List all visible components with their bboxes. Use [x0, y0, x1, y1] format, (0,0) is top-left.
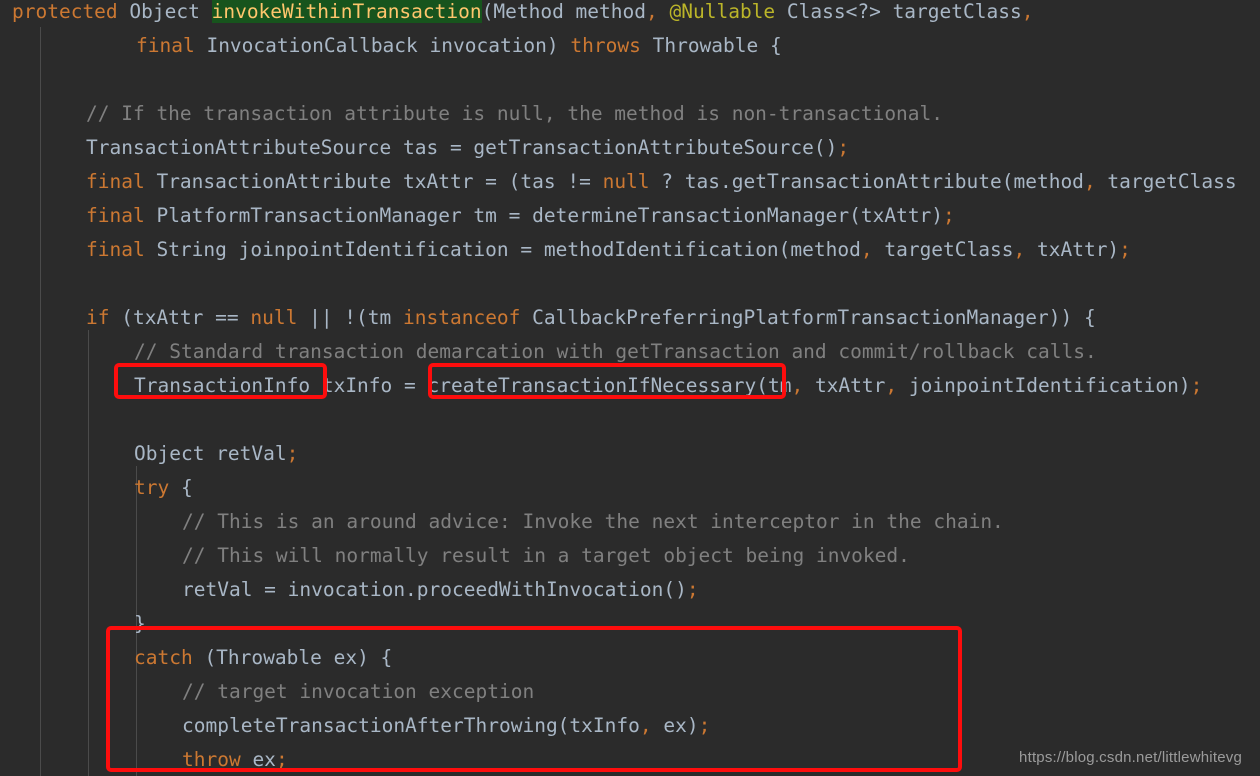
code-token: ? tas.getTransactionAttribute(method	[649, 170, 1084, 193]
code-token: (txAttr ==	[109, 306, 251, 329]
code-token: instanceof	[403, 306, 521, 329]
code-token: {	[169, 476, 193, 499]
code-token: catch	[134, 646, 193, 669]
code-token: Class<?> targetClass	[775, 0, 1022, 23]
code-line-18[interactable]: }	[0, 607, 146, 641]
code-token: ;	[943, 204, 955, 227]
code-line-15[interactable]: // This is an around advice: Invoke the …	[0, 505, 1004, 539]
code-token: ex	[240, 748, 276, 771]
code-editor-viewport: protected Object invokeWithinTransaction…	[0, 0, 1260, 776]
code-token: // Standard transaction demarcation with…	[134, 340, 1097, 363]
code-line-17[interactable]: retVal = invocation.proceedWithInvocatio…	[0, 573, 699, 607]
code-token: Object retVal	[134, 442, 287, 465]
code-line-5[interactable]: final TransactionAttribute txAttr = (tas…	[0, 165, 1237, 199]
code-token: String joinpointIdentification = methodI…	[156, 238, 861, 261]
code-token: ;	[686, 578, 699, 601]
code-line-11[interactable]: TransactionInfo txInfo = createTransacti…	[0, 369, 1202, 403]
code-token: final	[86, 204, 157, 227]
code-token: final	[86, 238, 157, 261]
code-token: // target invocation exception	[182, 680, 535, 703]
code-token: retVal = invocation.proceedWithInvocatio…	[182, 578, 687, 601]
code-line-6[interactable]: final PlatformTransactionManager tm = de…	[0, 199, 955, 233]
code-token: PlatformTransactionManager tm = determin…	[156, 204, 944, 227]
code-token: || !(tm	[297, 306, 404, 329]
code-token: ,	[860, 238, 873, 261]
watermark-url: https://blog.csdn.net/littlewhitevg	[1019, 749, 1242, 766]
code-token: final	[136, 34, 207, 57]
code-line-3[interactable]: // If the transaction attribute is null,…	[0, 97, 943, 131]
code-token: try	[134, 476, 170, 499]
code-token: protected	[12, 0, 130, 23]
code-token: @Nullable	[669, 0, 776, 23]
code-line-4[interactable]: TransactionAttributeSource tas = getTran…	[0, 131, 849, 165]
code-line-20[interactable]: // target invocation exception	[0, 675, 534, 709]
code-token: ,	[885, 374, 898, 397]
code-line-10[interactable]: // Standard transaction demarcation with…	[0, 335, 1097, 369]
code-token: throws	[570, 34, 653, 57]
code-token: TransactionAttributeSource tas = getTran…	[86, 136, 838, 159]
code-token: txAttr)	[1025, 238, 1120, 261]
code-token: null	[250, 306, 298, 329]
code-token: ,	[1021, 0, 1034, 23]
code-token: TransactionAttribute txAttr = (tas !=	[156, 170, 603, 193]
code-token: (Method method	[481, 0, 646, 23]
code-token: TransactionInfo txInfo = createTransacti…	[134, 374, 792, 397]
code-token: ,	[791, 374, 804, 397]
code-token: txAttr	[803, 374, 886, 397]
code-token: joinpointIdentification)	[897, 374, 1191, 397]
code-token: ,	[639, 714, 652, 737]
code-token: ,	[646, 0, 658, 23]
code-token: targetClass	[872, 238, 1014, 261]
code-token: ;	[837, 136, 850, 159]
code-line-16[interactable]: // This will normally result in a target…	[0, 539, 910, 573]
code-token: null	[602, 170, 650, 193]
code-token: // This is an around advice: Invoke the …	[182, 510, 1004, 533]
code-token: }	[134, 612, 146, 635]
code-line-1[interactable]: final InvocationCallback invocation) thr…	[0, 29, 782, 63]
code-line-9[interactable]: if (txAttr == null || !(tm instanceof Ca…	[0, 301, 1096, 335]
code-token: ;	[1119, 238, 1131, 261]
code-token: ,	[1013, 238, 1026, 261]
code-text-layer[interactable]: protected Object invokeWithinTransaction…	[0, 0, 1260, 776]
code-line-22[interactable]: throw ex;	[0, 743, 288, 776]
code-token: ;	[275, 748, 288, 771]
code-line-7[interactable]: final String joinpointIdentification = m…	[0, 233, 1131, 267]
code-line-14[interactable]: try {	[0, 471, 193, 505]
code-token: if	[86, 306, 110, 329]
code-token: final	[86, 170, 157, 193]
code-line-19[interactable]: catch (Throwable ex) {	[0, 641, 392, 675]
code-token: Throwable {	[652, 34, 782, 57]
code-token: InvocationCallback invocation)	[206, 34, 571, 57]
code-token: invokeWithinTransaction	[211, 0, 482, 23]
code-token: (Throwable ex) {	[192, 646, 393, 669]
code-token: ex)	[651, 714, 699, 737]
code-token: ;	[286, 442, 299, 465]
code-token: targetClass	[1095, 170, 1237, 193]
code-line-21[interactable]: completeTransactionAfterThrowing(txInfo,…	[0, 709, 710, 743]
code-token: // If the transaction attribute is null,…	[86, 102, 944, 125]
code-token: ;	[1190, 374, 1203, 397]
code-line-0[interactable]: protected Object invokeWithinTransaction…	[0, 0, 1033, 29]
code-token: // This will normally result in a target…	[182, 544, 910, 567]
code-line-13[interactable]: Object retVal;	[0, 437, 298, 471]
code-token: ;	[698, 714, 711, 737]
code-token: throw	[182, 748, 241, 771]
code-token: Object	[129, 0, 212, 23]
code-token: completeTransactionAfterThrowing(txInfo	[182, 714, 640, 737]
code-token: ,	[1083, 170, 1096, 193]
code-token: CallbackPreferringPlatformTransactionMan…	[520, 306, 1096, 329]
